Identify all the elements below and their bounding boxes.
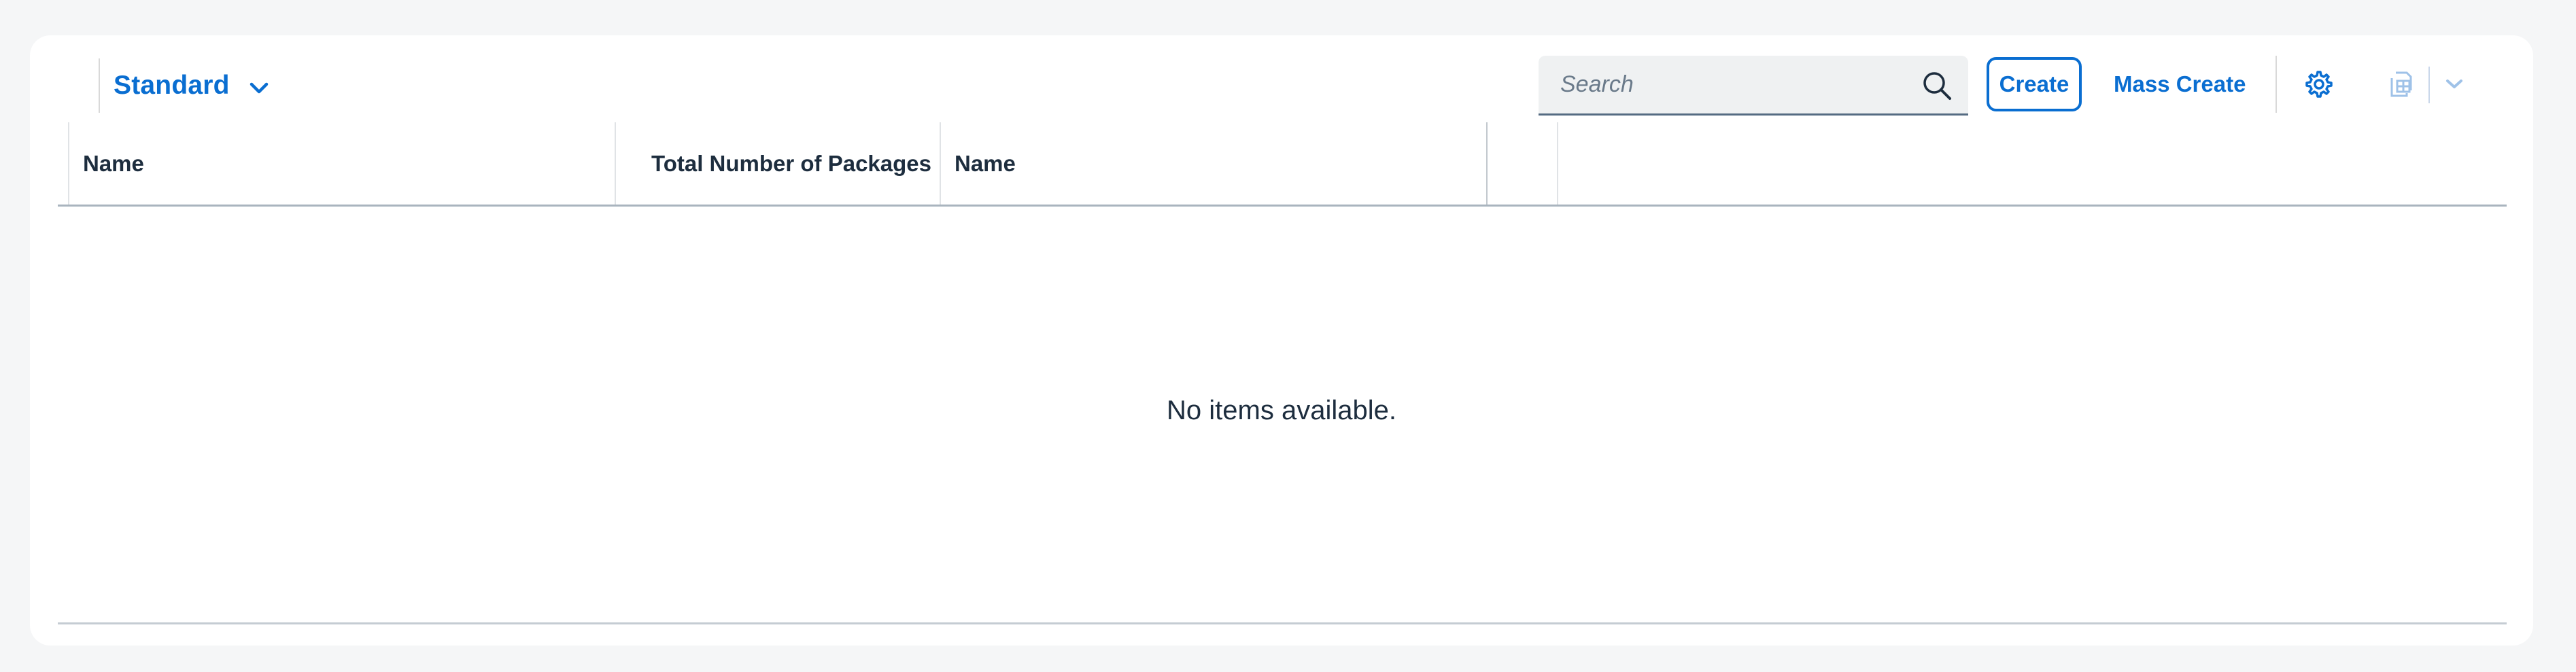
create-button[interactable]: Create (1987, 57, 2082, 111)
search-input[interactable] (1559, 71, 1915, 99)
chevron-down-icon[interactable] (247, 77, 271, 100)
search-field[interactable] (1539, 56, 1968, 116)
export-menu-button[interactable] (2437, 65, 2472, 106)
export-separator (2428, 67, 2430, 103)
column-separator (68, 122, 69, 205)
table-bottom-border (58, 622, 2507, 624)
gear-icon (2304, 69, 2334, 103)
column-separator (615, 122, 616, 205)
table-card: Standard Create Mass Create (30, 35, 2533, 646)
column-header-name-2[interactable]: Name (955, 151, 1016, 177)
table-header-border (58, 205, 2507, 207)
column-separator (1557, 122, 1558, 205)
column-separator (940, 122, 941, 205)
spreadsheet-export-icon (2386, 69, 2415, 103)
table-settings-button[interactable] (2299, 65, 2339, 106)
empty-state-text: No items available. (1167, 395, 1396, 425)
variant-management[interactable]: Standard (114, 65, 271, 106)
search-icon[interactable] (1921, 69, 1953, 102)
mass-create-button[interactable]: Mass Create (2100, 57, 2259, 111)
column-header-total-packages[interactable]: Total Number of Packages (651, 151, 931, 177)
column-header-name[interactable]: Name (83, 151, 144, 177)
column-separator (1486, 122, 1488, 205)
export-button[interactable] (2381, 65, 2420, 106)
toolbar-divider (99, 58, 100, 113)
chevron-down-icon (2445, 78, 2464, 94)
variant-title: Standard (114, 71, 230, 100)
toolbar-separator (2276, 56, 2277, 113)
